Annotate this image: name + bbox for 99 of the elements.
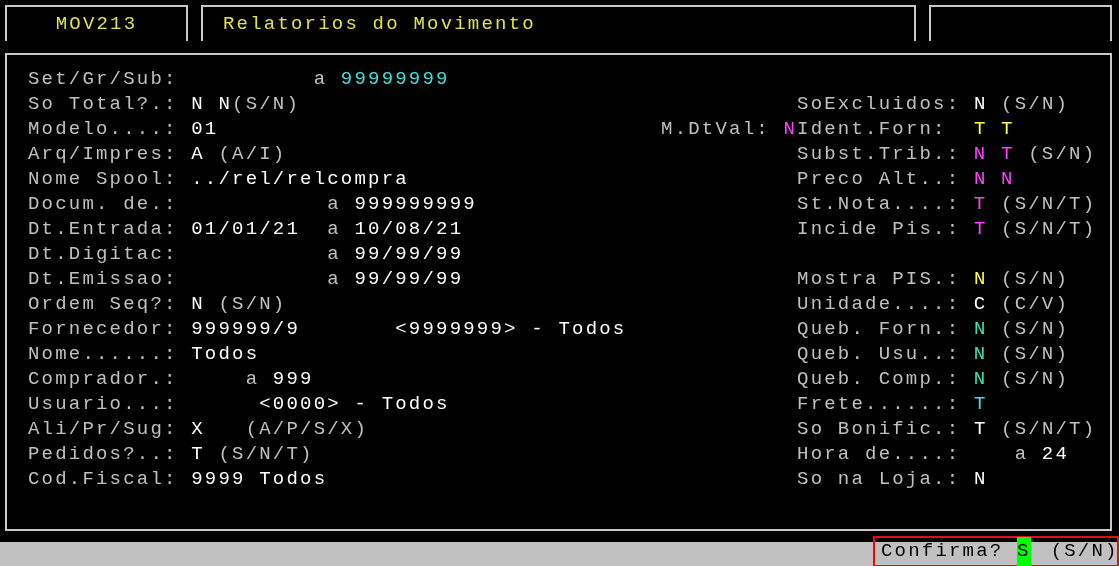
screen-title: Relatorios do Movimento: [201, 5, 916, 41]
field-value: N: [783, 117, 798, 142]
field-value: A: [191, 142, 205, 167]
field-value: a: [327, 267, 341, 292]
confirm-prompt: Confirma?: [881, 539, 1004, 565]
field-value: X: [191, 417, 205, 442]
field-value: N: [973, 367, 988, 392]
field-value: N: [973, 142, 988, 167]
field-label: Dt.Emissao:: [28, 267, 178, 292]
options-hint: (S/N): [1050, 539, 1119, 565]
options-hint: (S/N/T): [1001, 217, 1097, 242]
field-value: 99/99/99: [354, 267, 464, 292]
options-hint: (S/N): [232, 92, 301, 117]
field-label: Pedidos?..:: [28, 442, 178, 467]
field-label: Comprador.:: [28, 367, 178, 392]
field-label: So Bonific.:: [797, 417, 961, 442]
options-hint: (A/I): [218, 142, 287, 167]
program-code: MOV213: [5, 5, 188, 41]
options-hint: (S/N/T): [1001, 192, 1097, 217]
field-value: a: [327, 217, 341, 242]
field-value: 9999 Todos: [191, 467, 328, 492]
field-label: Fornecedor:: [28, 317, 178, 342]
field-label: Unidade....:: [797, 292, 961, 317]
field-label: Arq/Impres:: [28, 142, 178, 167]
options-hint: (S/N): [218, 292, 287, 317]
field-value: N: [191, 92, 205, 117]
field-value: 999999999: [354, 192, 477, 217]
field-value: T: [973, 217, 988, 242]
field-value: a: [327, 192, 341, 217]
options-hint: (C/V): [1001, 292, 1070, 317]
field-label: So Total?.:: [28, 92, 178, 117]
field-label: Incide Pis.:: [797, 217, 961, 242]
field-value: <9999999> - Todos: [395, 317, 627, 342]
field-value: a: [313, 67, 328, 92]
options-hint: (S/N): [1028, 142, 1097, 167]
field-value: a: [1014, 442, 1029, 467]
options-hint: (A/P/S/X): [245, 417, 369, 442]
field-value: T: [1001, 117, 1015, 142]
field-label: M.DtVal:: [661, 117, 770, 142]
field-label: Queb. Usu..:: [797, 342, 961, 367]
field-value: 999: [272, 367, 314, 392]
field-value: T: [973, 392, 988, 417]
field-label: Dt.Digitac:: [28, 242, 178, 267]
field-value: N: [191, 292, 205, 317]
field-value: N: [973, 267, 988, 292]
field-label: Mostra PIS.:: [797, 267, 961, 292]
field-label: Cod.Fiscal:: [28, 467, 178, 492]
field-value: 999999/9: [191, 317, 301, 342]
field-value: 99999999: [340, 67, 450, 92]
field-value: Todos: [191, 342, 260, 367]
field-value: ../rel/relcompra: [191, 167, 409, 192]
field-value: N: [973, 342, 988, 367]
field-label: Preco Alt..:: [797, 167, 961, 192]
field-value: 01: [191, 117, 219, 142]
options-hint: (S/N): [1001, 267, 1070, 292]
field-label: SoExcluidos:: [797, 92, 961, 117]
field-label: Frete......:: [797, 392, 961, 417]
field-value: 01/01/21: [191, 217, 301, 242]
field-label: Nome Spool:: [28, 167, 178, 192]
field-value: T: [191, 442, 205, 467]
field-value: N: [973, 167, 988, 192]
field-value: N: [973, 317, 988, 342]
field-value: N: [218, 92, 233, 117]
field-label: Set/Gr/Sub:: [28, 67, 178, 92]
field-label: Usuario...:: [28, 392, 178, 417]
field-value: N: [973, 467, 988, 492]
options-hint: (S/N): [1001, 367, 1070, 392]
field-value: T: [973, 417, 988, 442]
field-value: T: [973, 117, 988, 142]
options-hint: (S/N): [1001, 342, 1070, 367]
field-label: Subst.Trib.:: [797, 142, 961, 167]
field-label: Dt.Entrada:: [28, 217, 178, 242]
options-hint: (S/N/T): [1001, 417, 1097, 442]
field-value: T: [973, 192, 988, 217]
field-value: 99/99/99: [354, 242, 464, 267]
answer-field[interactable]: S: [1017, 537, 1031, 566]
field-label: Hora de....:: [797, 442, 961, 467]
field-label: St.Nota....:: [797, 192, 961, 217]
field-label: Queb. Comp.:: [797, 367, 961, 392]
field-label: Ordem Seq?:: [28, 292, 178, 317]
field-label: So na Loja.:: [797, 467, 961, 492]
field-label: Ident.Forn:: [797, 117, 947, 142]
field-value: N: [1001, 167, 1015, 192]
options-hint: (S/N): [1001, 317, 1070, 342]
field-label: Queb. Forn.:: [797, 317, 961, 342]
field-value: T: [1001, 142, 1015, 167]
field-value: <0000> - Todos: [259, 392, 450, 417]
field-value: C: [973, 292, 988, 317]
field-value: N: [973, 92, 988, 117]
field-value: 24: [1041, 442, 1070, 467]
options-hint: (S/N): [1001, 92, 1070, 117]
field-label: Docum. de.:: [28, 192, 178, 217]
field-value: a: [327, 242, 341, 267]
options-hint: (S/N/T): [218, 442, 314, 467]
field-value: a: [245, 367, 260, 392]
field-label: Nome......:: [28, 342, 178, 367]
field-label: Ali/Pr/Sug:: [28, 417, 178, 442]
field-label: Modelo....:: [28, 117, 178, 142]
field-value: 10/08/21: [354, 217, 464, 242]
